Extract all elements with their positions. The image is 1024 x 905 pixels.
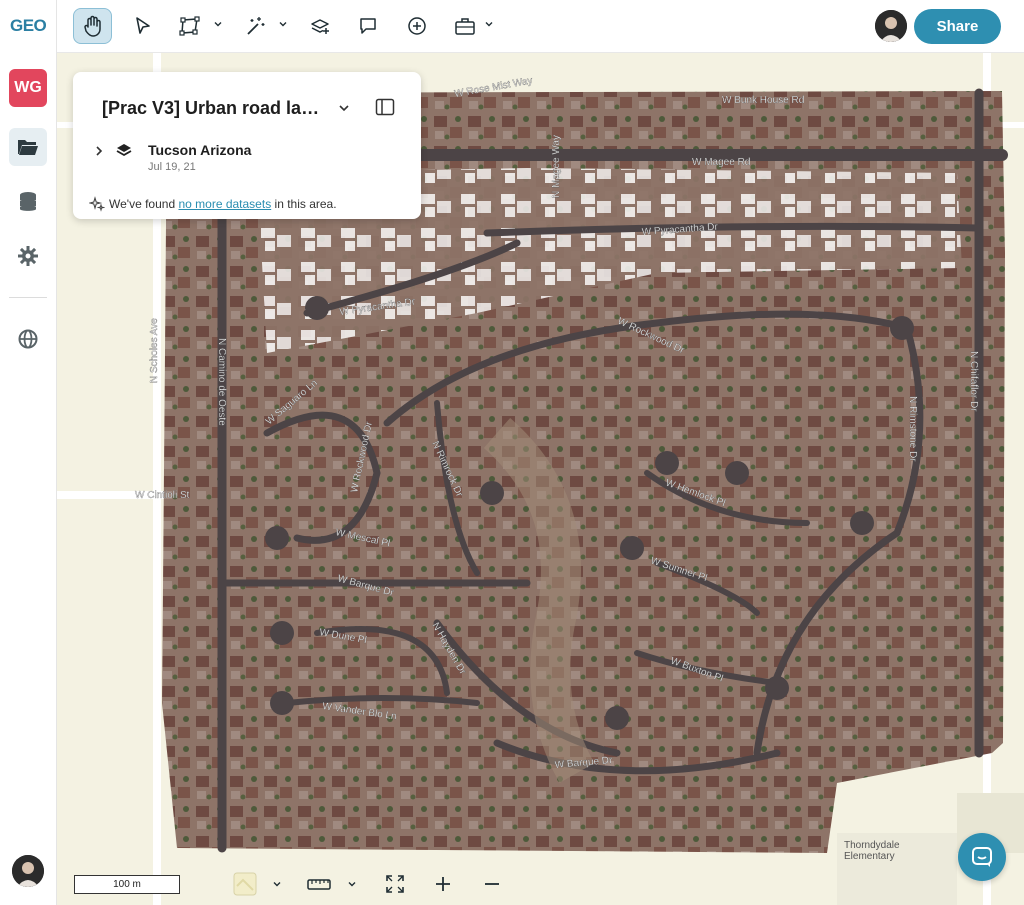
zoom-out-button[interactable] <box>482 872 502 896</box>
toolbox-icon <box>455 18 475 35</box>
place-label: Elementary <box>844 851 895 862</box>
fit-extent-button[interactable] <box>384 872 406 896</box>
globe-icon <box>18 329 38 349</box>
toolbox-button[interactable] <box>447 8 483 44</box>
place-label: Thorndydale <box>844 840 900 851</box>
share-button[interactable]: Share <box>914 9 1001 44</box>
folder-icon <box>18 140 38 155</box>
bottom-toolbar: 100 m <box>57 862 1024 905</box>
road-label: W Magee Rd <box>692 157 750 168</box>
add-marker-button[interactable] <box>399 8 435 44</box>
left-sidebar: GEO WG <box>0 0 57 905</box>
layer-add-icon <box>311 19 329 34</box>
sidebar-toggle-icon[interactable] <box>375 98 395 116</box>
dataset-name[interactable]: Tucson Arizona <box>148 142 251 158</box>
pan-tool-button[interactable] <box>73 8 112 44</box>
gear-icon <box>18 246 38 266</box>
app-logo[interactable]: GEO <box>10 16 47 36</box>
chevron-down-icon[interactable] <box>346 878 358 890</box>
polygon-tool-button[interactable] <box>172 8 208 44</box>
zoom-in-button[interactable] <box>433 872 453 896</box>
sidebar-divider <box>9 297 47 298</box>
map-thumbnail-icon <box>233 872 257 896</box>
datasets-info-text: We've found no more datasets in this are… <box>109 197 337 211</box>
road-label: N Scholes Ave <box>149 318 160 383</box>
user-avatar[interactable] <box>12 855 44 887</box>
comment-tool-button[interactable] <box>350 8 386 44</box>
info-prefix: We've found <box>109 197 176 211</box>
chat-support-button[interactable] <box>958 833 1006 881</box>
comment-icon <box>360 18 376 34</box>
chevron-down-icon[interactable] <box>337 101 351 115</box>
add-marker-icon <box>408 17 426 35</box>
project-title[interactable]: [Prac V3] Urban road lab… <box>102 98 327 119</box>
workspace-badge[interactable]: WG <box>9 69 47 107</box>
magic-wand-icon <box>247 17 265 35</box>
polygon-icon <box>179 16 200 36</box>
top-toolbar: Share <box>57 0 1024 53</box>
road-label: N Rimstone Dr <box>907 396 918 462</box>
globe-button[interactable] <box>9 320 47 358</box>
no-more-datasets-link[interactable]: no more datasets <box>178 197 271 211</box>
road-label: N Camino de Oeste <box>216 338 227 426</box>
pointer-icon <box>136 17 150 34</box>
chevron-down-icon[interactable] <box>212 18 224 30</box>
projects-button[interactable] <box>9 128 47 166</box>
hand-icon <box>83 15 101 37</box>
layers-icon <box>116 144 132 157</box>
settings-button[interactable] <box>9 237 47 275</box>
scale-bar: 100 m <box>74 875 180 894</box>
user-avatar[interactable] <box>875 10 907 42</box>
magic-wand-tool-button[interactable] <box>237 8 273 44</box>
avatar-image <box>875 10 907 42</box>
minus-icon <box>485 883 499 885</box>
road-label: N Chifaflor Dr <box>968 351 979 412</box>
info-suffix: in this area. <box>274 197 337 211</box>
ruler-icon <box>307 879 331 890</box>
chevron-down-icon[interactable] <box>271 878 283 890</box>
database-icon <box>20 192 36 211</box>
road-label: W Cintioli St <box>135 490 190 501</box>
dataset-date: Jul 19, 21 <box>148 161 196 173</box>
add-layer-button[interactable] <box>302 8 338 44</box>
avatar-image <box>12 855 44 887</box>
select-tool-button[interactable] <box>125 8 161 44</box>
road-label: W Bunk House Rd <box>722 95 804 106</box>
basemap-button[interactable] <box>233 872 257 896</box>
chevron-down-icon[interactable] <box>483 18 495 30</box>
road-label: N Magee Way <box>551 135 562 198</box>
plus-icon <box>436 877 450 891</box>
chevron-right-icon[interactable] <box>93 144 105 158</box>
datasets-button[interactable] <box>9 183 47 221</box>
expand-icon <box>386 875 404 893</box>
measure-button[interactable] <box>307 872 331 896</box>
chevron-down-icon[interactable] <box>277 18 289 30</box>
sparkle-icon <box>89 196 105 212</box>
project-panel: [Prac V3] Urban road lab… Tucson Arizona… <box>73 72 421 219</box>
chat-icon <box>972 847 992 867</box>
